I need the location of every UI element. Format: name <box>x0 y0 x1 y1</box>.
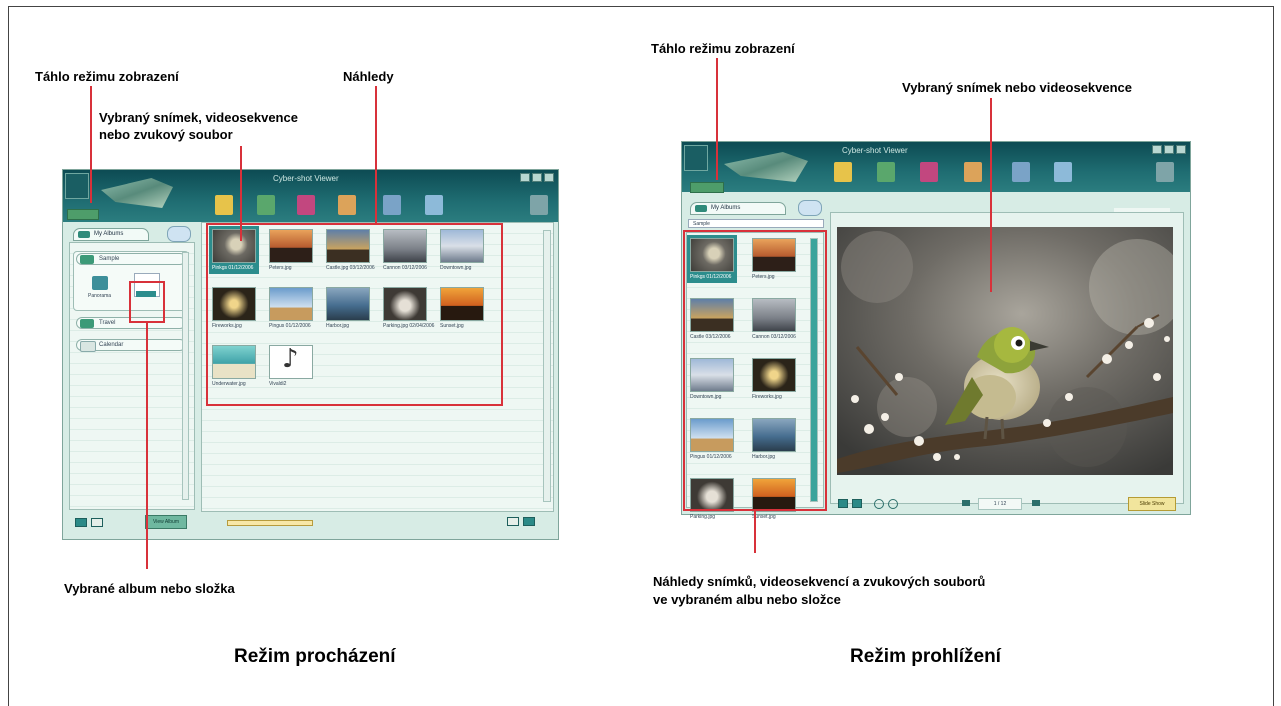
logo-ribbon <box>724 152 808 182</box>
label-selected-item-line1: Vybraný snímek, videosekvence <box>99 110 298 125</box>
app-logo <box>684 145 708 171</box>
app-logo <box>65 173 89 199</box>
next-button[interactable] <box>1032 500 1040 506</box>
send-icon[interactable] <box>383 195 401 215</box>
callout-box-thumbnails <box>206 223 503 406</box>
send-icon[interactable] <box>1012 162 1030 182</box>
edit-icon[interactable] <box>297 195 315 215</box>
album-item-panorama-label: Panorama <box>88 293 112 299</box>
callout-line-thumbnail-list <box>754 510 756 553</box>
view-mode-slider[interactable] <box>67 209 99 220</box>
export-icon[interactable] <box>257 195 275 215</box>
folder-calendar[interactable]: Calendar <box>76 339 186 352</box>
callout-box-thumbnail-list <box>683 230 827 511</box>
album-item-panorama-icon[interactable] <box>92 276 108 290</box>
view-album-button[interactable]: View Album <box>145 515 187 529</box>
label-view-mode-slider-left: Táhlo režimu zobrazení <box>35 69 179 84</box>
print-icon[interactable] <box>338 195 356 215</box>
zoom-in-button[interactable] <box>523 517 535 526</box>
minimize-button[interactable] <box>1152 145 1162 154</box>
view-thumbnail-caption: Parking.jpg <box>690 514 716 520</box>
zoom-in-icon[interactable] <box>888 499 898 509</box>
caption-browse-mode: Režim procházení <box>234 646 396 667</box>
folder-label: Travel <box>99 320 116 326</box>
close-button[interactable] <box>1176 145 1186 154</box>
album-icon <box>78 231 90 238</box>
app-toolbar: Cyber-shot Viewer <box>682 142 1190 192</box>
cd-icon[interactable] <box>1054 162 1072 182</box>
tab-my-albums[interactable]: My Albums <box>73 228 149 241</box>
calendar-icon <box>80 341 96 352</box>
logo-ribbon <box>101 178 173 208</box>
label-thumbnail-list-line1: Náhledy snímků, videosekvencí a zvukovýc… <box>653 574 986 589</box>
camera-tab-icon[interactable] <box>798 200 822 216</box>
timeline-bar[interactable] <box>227 520 313 526</box>
folder-sample[interactable]: Sample <box>76 253 186 265</box>
tab-label: My Albums <box>711 205 741 211</box>
caption-view-mode: Režim prohlížení <box>850 646 1001 667</box>
print-icon[interactable] <box>964 162 982 182</box>
import-icon[interactable] <box>215 195 233 215</box>
import-icon[interactable] <box>834 162 852 182</box>
folder-dropdown[interactable]: Sample <box>688 219 824 228</box>
pane-toggle-button[interactable] <box>75 518 87 527</box>
label-selected-photo: Vybraný snímek nebo videosekvence <box>902 80 1133 95</box>
export-icon[interactable] <box>877 162 895 182</box>
minimize-button[interactable] <box>520 173 530 182</box>
folder-label: Sample <box>99 256 120 262</box>
close-button[interactable] <box>544 173 554 182</box>
pane-toggle-button-2[interactable] <box>91 518 103 527</box>
help-icon[interactable] <box>530 195 548 215</box>
album-pane-scrollbar[interactable] <box>182 252 189 500</box>
album-icon <box>695 205 707 212</box>
label-selected-item-line2: nebo zvukový soubor <box>99 127 233 142</box>
edit-icon[interactable] <box>920 162 938 182</box>
selected-photo-bird <box>837 227 1173 475</box>
callout-box-selected-album <box>129 281 165 323</box>
thumbnail-scrollbar[interactable] <box>543 230 551 502</box>
callout-line-slider-left <box>90 86 92 203</box>
label-view-mode-slider-right: Táhlo režimu zobrazení <box>651 41 795 56</box>
zoom-out-button[interactable] <box>507 517 519 526</box>
slide-show-button[interactable]: Slide Show <box>1128 497 1176 511</box>
label-thumbnail-list-line2: ve vybraném albu nebo složce <box>653 592 841 607</box>
window-controls <box>1152 145 1186 154</box>
list-view-button[interactable] <box>838 499 848 508</box>
callout-line-selected-album <box>146 322 148 569</box>
page-counter: 1 / 12 <box>978 498 1022 510</box>
help-icon[interactable] <box>1156 162 1174 182</box>
app-toolbar: Cyber-shot Viewer <box>63 170 558 222</box>
camera-tab-icon[interactable] <box>167 226 191 242</box>
zoom-out-icon[interactable] <box>874 499 884 509</box>
grid-view-button[interactable] <box>852 499 862 508</box>
callout-line-thumbnails-vert <box>375 86 377 225</box>
cd-icon[interactable] <box>425 195 443 215</box>
callout-line-slider-right <box>716 58 718 180</box>
view-mode-slider[interactable] <box>690 182 724 193</box>
folder-icon <box>80 255 94 264</box>
label-thumbnails: Náhledy <box>343 69 394 84</box>
maximize-button[interactable] <box>1164 145 1174 154</box>
tab-label: My Albums <box>94 231 124 237</box>
window-controls <box>520 173 554 182</box>
app-title: Cyber-shot Viewer <box>842 146 908 155</box>
previous-button[interactable] <box>962 500 970 506</box>
callout-line-selected-photo <box>990 98 992 292</box>
folder-label: Calendar <box>99 342 124 348</box>
maximize-button[interactable] <box>532 173 542 182</box>
folder-icon <box>80 319 94 328</box>
app-title: Cyber-shot Viewer <box>273 174 339 183</box>
label-selected-album: Vybrané album nebo složka <box>64 581 235 596</box>
tab-my-albums[interactable]: My Albums <box>690 202 786 215</box>
